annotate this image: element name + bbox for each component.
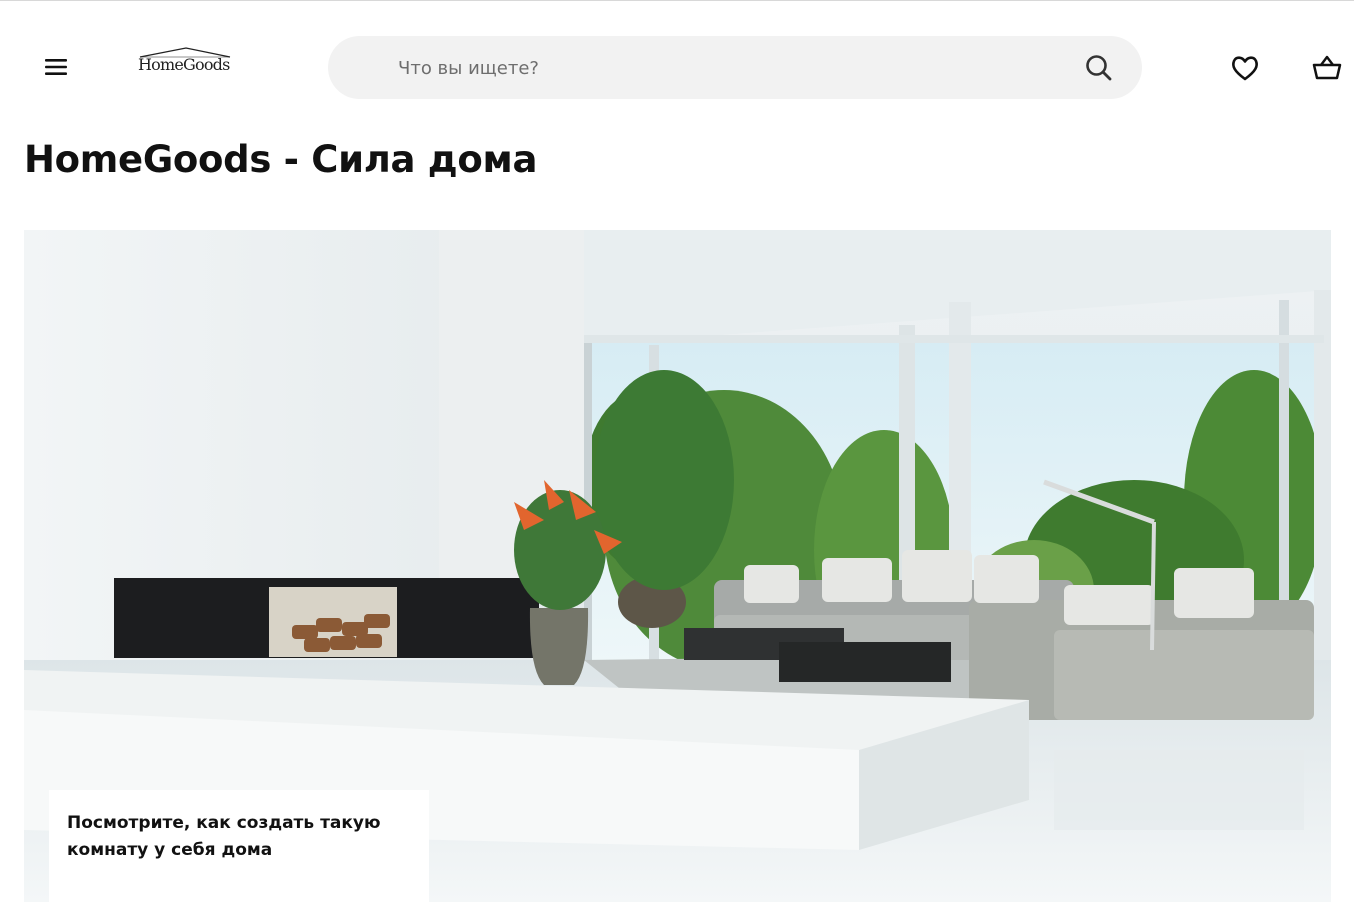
menu-icon xyxy=(45,59,67,75)
search-icon[interactable] xyxy=(1084,53,1114,83)
hero-caption-text: Посмотрите, как создать такую комнату у … xyxy=(67,813,381,860)
search-input[interactable] xyxy=(396,50,1040,86)
hero-caption-card[interactable]: Посмотрите, как создать такую комнату у … xyxy=(49,790,429,902)
basket-icon[interactable] xyxy=(1311,53,1343,83)
search-bar xyxy=(328,36,1142,99)
page-title: HomeGoods - Сила дома xyxy=(24,138,538,181)
heart-icon[interactable] xyxy=(1230,54,1260,82)
homegoods-logo[interactable]: HomeGoods xyxy=(138,45,238,79)
logo-text: HomeGoods xyxy=(138,55,230,74)
menu-button[interactable] xyxy=(40,53,72,81)
site-header: HomeGoods xyxy=(0,1,1354,119)
